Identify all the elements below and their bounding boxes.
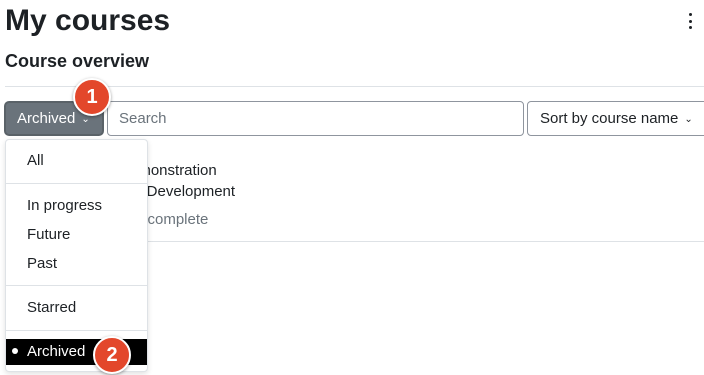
dropdown-item-all[interactable]: All xyxy=(6,148,147,174)
more-options-icon[interactable] xyxy=(686,13,694,29)
sort-select-label: Sort by course name xyxy=(540,110,679,127)
grouping-dropdown-menu: All In progress Future Past Starred Arch… xyxy=(5,139,148,372)
dropdown-item-in-progress[interactable]: In progress xyxy=(6,193,147,219)
divider xyxy=(130,241,704,242)
sort-select[interactable]: Sort by course name ⌄ xyxy=(527,101,704,136)
section-title: Course overview xyxy=(5,51,150,71)
step-badge-2: 2 xyxy=(93,336,131,374)
dropdown-item-past[interactable]: Past xyxy=(6,251,147,277)
search-input[interactable] xyxy=(107,101,524,136)
selected-bullet-icon xyxy=(12,348,18,354)
chevron-down-icon: ⌄ xyxy=(684,114,693,125)
course-card: emonstration 2_Development % complete xyxy=(130,158,704,242)
page-title: My courses xyxy=(5,4,171,37)
step-badge-1: 1 xyxy=(73,78,111,116)
divider xyxy=(5,86,704,87)
dropdown-divider xyxy=(6,285,147,286)
filter-button-label: Archived xyxy=(17,110,76,127)
dropdown-item-archived-label: Archived xyxy=(27,343,86,360)
dropdown-divider xyxy=(6,183,147,184)
dropdown-item-future[interactable]: Future xyxy=(6,222,147,248)
dropdown-item-starred[interactable]: Starred xyxy=(6,295,147,321)
dropdown-divider xyxy=(6,330,147,331)
